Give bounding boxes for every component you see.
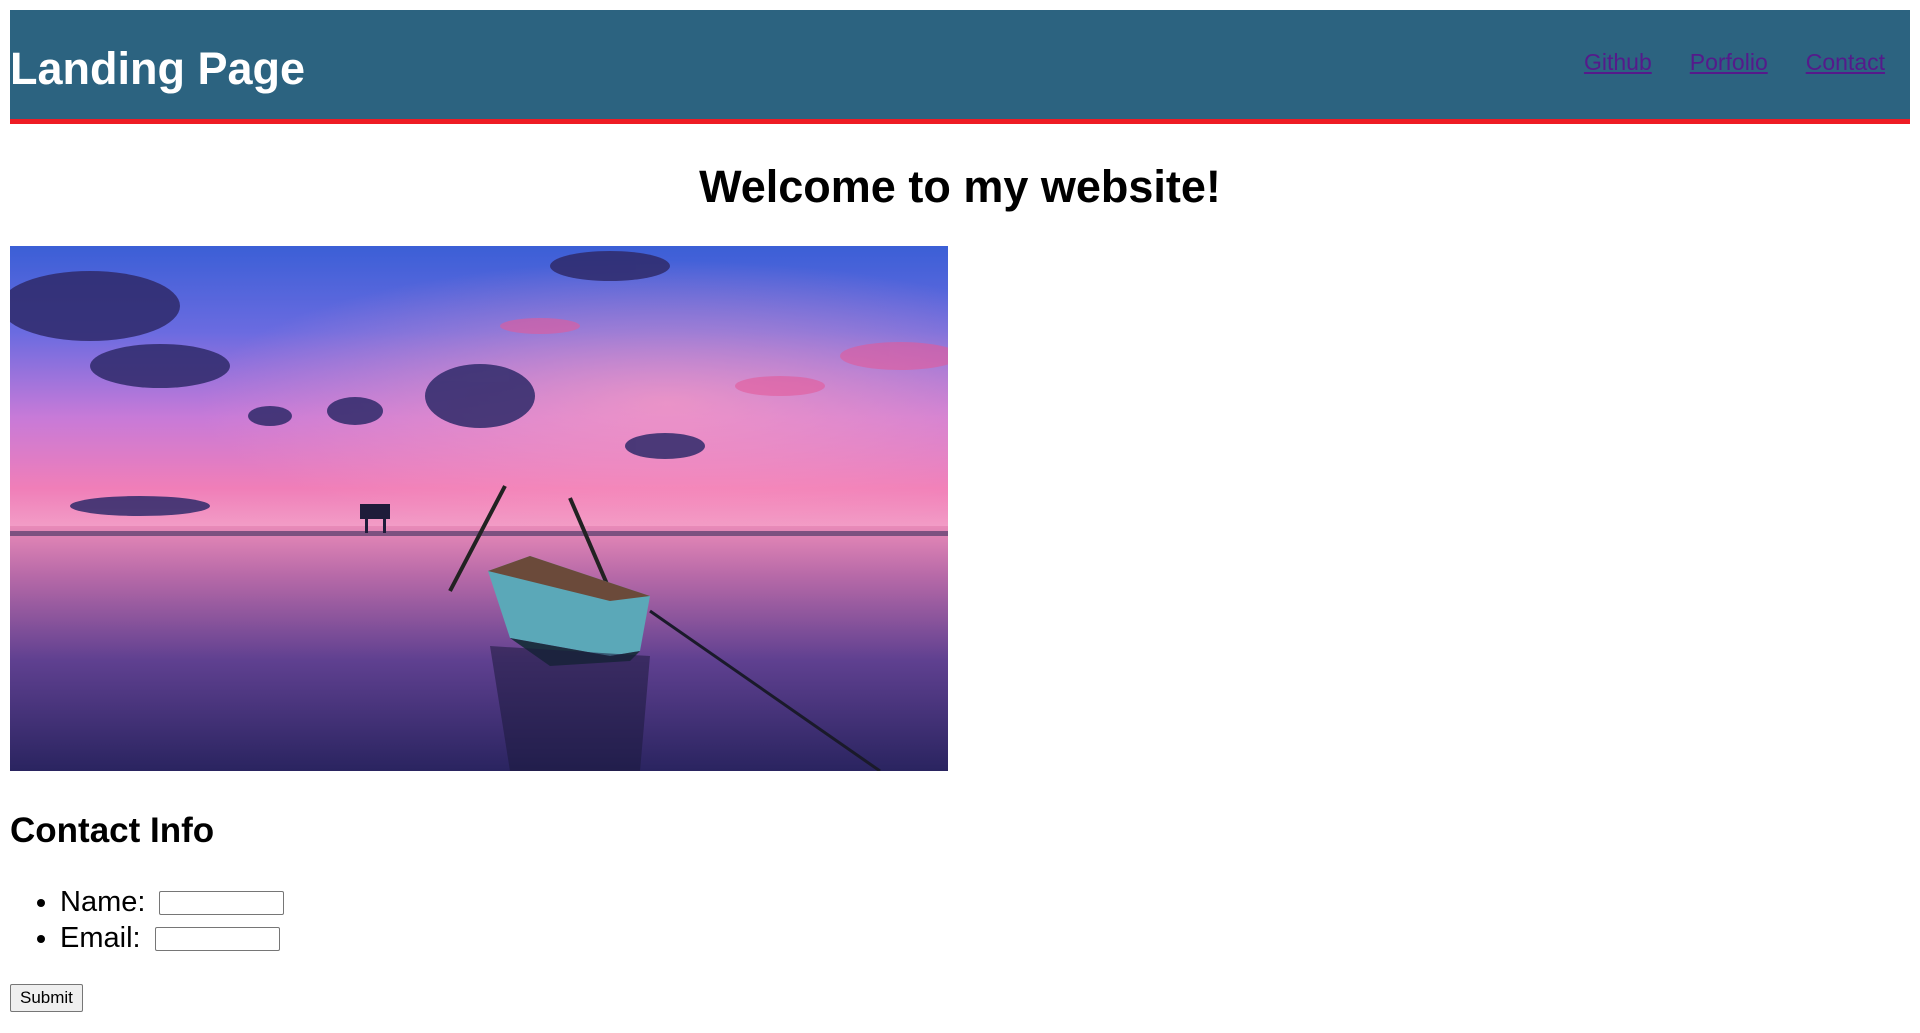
nav-link-portfolio[interactable]: Porfolio bbox=[1690, 49, 1768, 76]
welcome-heading: Welcome to my website! bbox=[699, 161, 1221, 212]
page: Landing Page Github Porfolio Contact Wel… bbox=[0, 0, 1920, 1022]
site-header: Landing Page Github Porfolio Contact bbox=[10, 10, 1910, 124]
submit-button[interactable]: Submit bbox=[10, 984, 83, 1012]
nav-links: Github Porfolio Contact bbox=[1584, 49, 1910, 76]
nav-link-github[interactable]: Github bbox=[1584, 49, 1652, 76]
email-field-row: Email: bbox=[60, 920, 1910, 956]
contact-info-heading: Contact Info bbox=[10, 811, 215, 850]
contact-form-fields: Name: Email: bbox=[10, 884, 1910, 956]
name-input[interactable] bbox=[159, 891, 285, 916]
hero-image-sunset-boat bbox=[10, 246, 948, 771]
name-label: Name: bbox=[60, 886, 146, 918]
email-label: Email: bbox=[60, 922, 141, 954]
site-title: Landing Page bbox=[10, 43, 306, 94]
name-field-row: Name: bbox=[60, 884, 1910, 920]
email-input[interactable] bbox=[154, 927, 280, 952]
nav-link-contact[interactable]: Contact bbox=[1806, 49, 1885, 76]
